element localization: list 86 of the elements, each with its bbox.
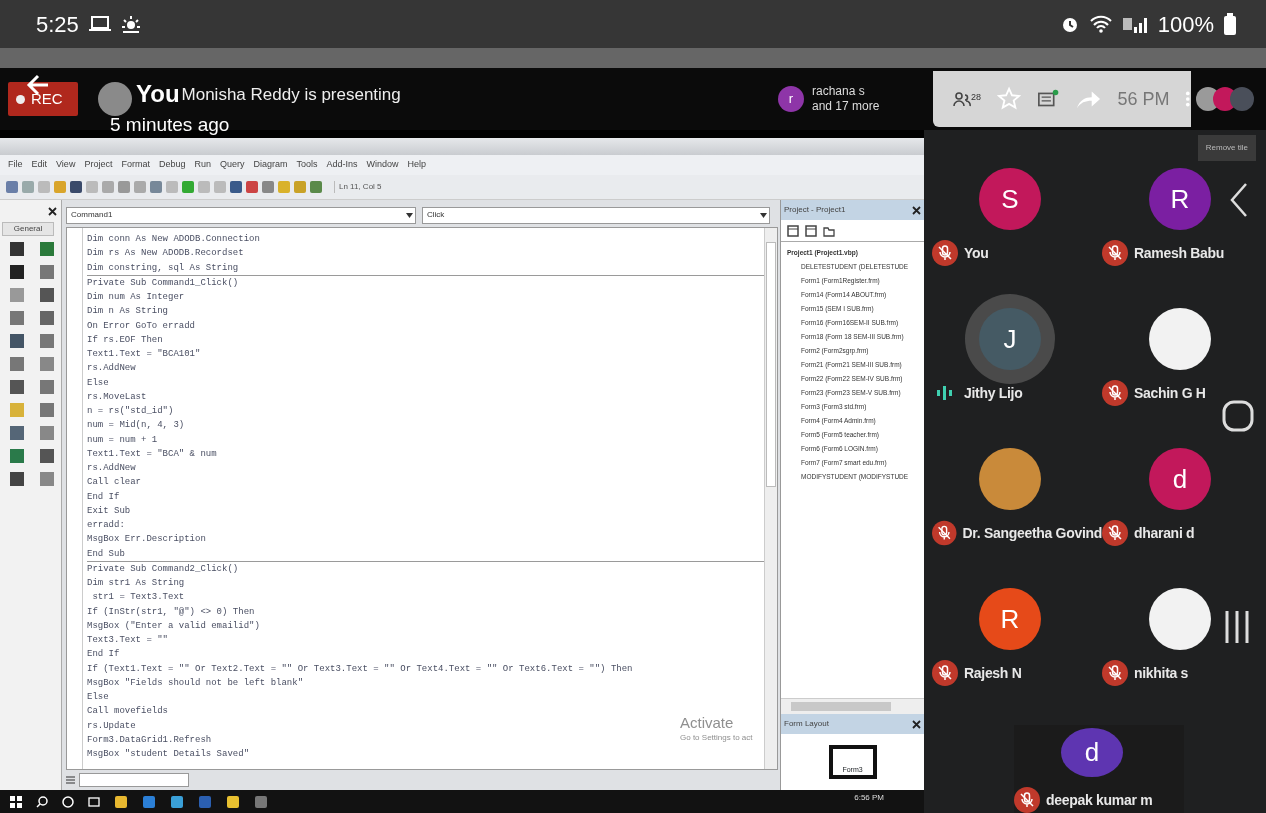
event-dropdown[interactable]: Click	[422, 206, 770, 224]
object-dropdown[interactable]: Command1	[66, 206, 416, 224]
code-line: MsgBox ("Enter a valid emailid")	[87, 619, 260, 633]
code-line: Dim str1 As String	[87, 577, 185, 590]
code-line: Dim conn As New ADODB.Connection	[87, 233, 260, 246]
menu-item[interactable]: Format	[121, 158, 150, 172]
participants-summary: rachana s and 17 more	[812, 84, 880, 114]
code-line: MsgBox "Fields should not be left blank"	[87, 676, 304, 690]
code-line: rs.Update	[87, 719, 136, 733]
battery-percent: 100%	[1157, 10, 1214, 39]
status-time: 5:25	[36, 10, 79, 39]
code-line: Dim constring, sql As String	[87, 261, 239, 275]
presenting-text: Monisha Reddy is presenting	[181, 84, 401, 107]
code-line: n = rs("std_id")	[87, 405, 174, 418]
code-line: Dim n As String	[87, 305, 168, 319]
participant-name: Ramesh Babu	[1134, 243, 1225, 263]
toolbox-tab[interactable]: General	[2, 222, 54, 236]
code-line: Private Sub Command1_Click()	[87, 276, 239, 290]
taskbar-time: 6:56 PM	[854, 792, 884, 804]
participant-name: dharani d	[1134, 523, 1195, 543]
overlay-name: You	[136, 79, 180, 109]
avatar: d	[1061, 728, 1123, 777]
menu-item[interactable]: Tools	[296, 158, 318, 172]
menu-item[interactable]: Add-Ins	[326, 158, 358, 172]
code-line: Dim rs As New ADODB.Recordset	[87, 247, 244, 261]
menu-item[interactable]: Run	[194, 158, 211, 172]
code-line: rs.MoveLast	[87, 390, 147, 404]
code-line: On Error GoTo erradd	[87, 319, 196, 333]
participant-name: Sachin G H	[1134, 383, 1206, 403]
code-line: End Sub	[87, 547, 125, 561]
participants-button[interactable]: 28	[953, 91, 981, 107]
code-line: Call movefields	[87, 705, 168, 719]
participant-name: Rajesh N	[964, 663, 1022, 683]
menu-item[interactable]: Edit	[31, 158, 48, 172]
participant-name: Jithy Lijo	[964, 383, 1023, 403]
record-button[interactable]: REC	[8, 82, 78, 116]
code-line: Dim num As Integer	[87, 291, 185, 304]
code-line: str1 = Text3.Text	[91, 591, 185, 605]
code-line: erradd:	[87, 519, 125, 532]
code-line: rs.AddNew	[87, 462, 136, 475]
participant-name: You	[964, 243, 989, 263]
dropdown-value: Click	[427, 209, 445, 221]
panel-title: Form Layout	[784, 718, 829, 730]
menu-item[interactable]: Diagram	[253, 158, 288, 172]
code-line: num = Mid(n, 4, 3)	[87, 419, 185, 433]
menu-item[interactable]: Query	[219, 158, 245, 172]
code-line: Text1.Text = "BCA" & num	[87, 447, 217, 461]
code-line: num = num + 1	[87, 433, 158, 447]
cursor-position: Ln 11, Col 5	[334, 181, 382, 193]
watermark-text: Activate	[680, 713, 734, 733]
menu-item[interactable]: Project	[84, 158, 113, 172]
avatar: d	[1149, 448, 1211, 510]
code-line: rs.AddNew	[87, 362, 136, 376]
avatar: R	[1149, 168, 1211, 230]
code-line: If (InStr(str1, "@") <> 0) Then	[87, 605, 255, 619]
avatar: R	[979, 588, 1041, 650]
menu-item[interactable]: Help	[407, 158, 427, 172]
watermark-text: Go to Settings to act	[680, 732, 753, 744]
code-line: MsgBox "student Details Saved"	[87, 748, 250, 761]
avatar: S	[979, 168, 1041, 230]
code-line: Else	[87, 376, 109, 390]
participant-name: nikhita s	[1134, 663, 1189, 683]
participant-avatar: r	[778, 86, 804, 112]
menu-item[interactable]: Window	[366, 158, 399, 172]
menu-item[interactable]: View	[56, 158, 76, 172]
menu-item[interactable]: Debug	[158, 158, 186, 172]
code-line: Call clear	[87, 476, 141, 490]
code-line: Else	[87, 691, 109, 704]
code-line: MsgBox Err.Description	[87, 533, 206, 547]
code-line: End If	[87, 648, 120, 662]
code-line: Form3.DataGrid1.Refresh	[87, 733, 212, 747]
code-line: If rs.EOF Then	[87, 333, 163, 347]
participant-name: Dr. Sangeetha Govind	[962, 523, 1102, 543]
time-ago: 5 minutes ago	[110, 114, 230, 136]
code-line: Private Sub Command2_Click()	[87, 562, 239, 576]
menu-item[interactable]: File	[8, 158, 23, 172]
code-line: Exit Sub	[87, 504, 131, 518]
remove-tile-button[interactable]: Remove tile	[1197, 134, 1256, 161]
participant-name: deepak kumar m	[1046, 790, 1153, 810]
panel-title: Project - Project1	[784, 204, 846, 216]
code-line: Text3.Text = ""	[87, 634, 168, 647]
code-line: If (Text1.Text = "" Or Text2.Text = "" Or Text3.Text = "" Or Text4.Text = "" Or Text6.Text = "") Then	[87, 662, 633, 676]
code-line: End If	[87, 490, 120, 504]
clock-time: 56 PM	[1117, 87, 1170, 111]
dropdown-value: Command1	[71, 209, 113, 221]
code-line: Text1.Text = "BCA101"	[87, 348, 201, 361]
